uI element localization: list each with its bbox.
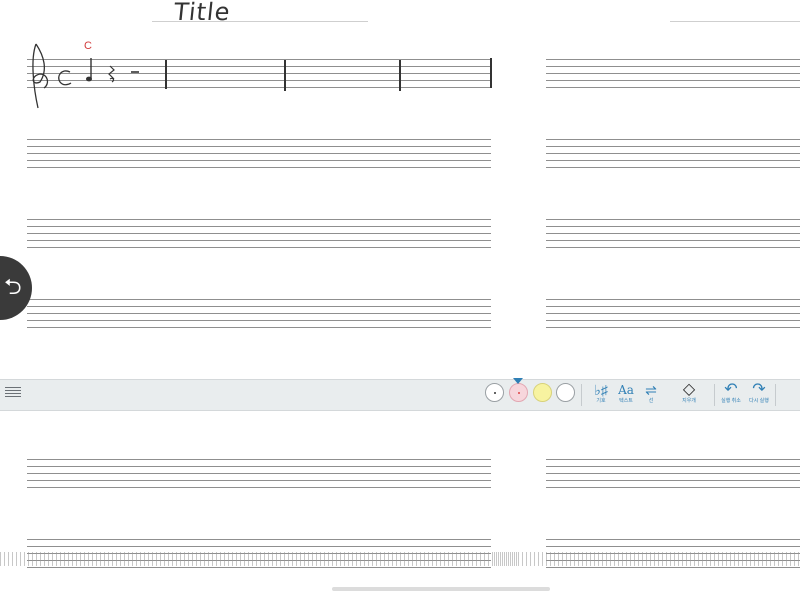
chord-symbol: C [84,40,92,52]
color-swatch-white[interactable] [556,383,575,402]
page-ruler [494,552,800,566]
return-arrow-icon: ⮌ [4,274,22,299]
text-tool-button[interactable]: Aa 텍스트 [612,382,640,408]
eraser-tool-button[interactable]: ◇ 지우개 [675,382,703,408]
staff-4[interactable] [546,299,800,329]
scroll-handle[interactable] [332,587,550,591]
selected-indicator-icon [513,378,523,384]
staff-3[interactable] [546,219,800,249]
staff-4[interactable] [27,299,491,329]
score-page-right [546,0,800,596]
divider [581,384,582,406]
undo-icon: ↶ [724,381,738,398]
staff-1-notation: C [32,40,139,109]
staff-1[interactable] [546,59,800,89]
staff-2[interactable] [546,139,800,169]
score-page-left: Title C [0,0,520,596]
staff-5[interactable] [27,459,491,489]
color-swatch-pink[interactable] [509,383,528,402]
barline [165,60,167,89]
title-underline [670,21,800,22]
menu-icon[interactable] [5,387,21,401]
toolbar: ♭♯ 기호 Aa 텍스트 ⇌ 선 ◇ 지우개 ↶ 실행 취소 ↷ 다시 실행 [0,378,800,411]
redo-icon: ↷ [752,381,766,398]
sharp-flat-icon: ♭♯ [594,382,608,398]
divider [775,384,776,406]
barline [284,60,286,91]
lines-icon: ⇌ [645,382,657,398]
lines-tool-button[interactable]: ⇌ 선 [637,382,665,408]
staff-3[interactable] [27,219,491,249]
undo-button[interactable]: ↶ 실행 취소 [717,382,745,408]
color-swatch-yellow[interactable] [533,383,552,402]
barline [399,60,401,91]
redo-button[interactable]: ↷ 다시 실행 [745,382,773,408]
accidentals-tool-button[interactable]: ♭♯ 기호 [587,382,615,408]
staff-2[interactable] [27,139,491,169]
barline [490,58,492,88]
color-swatch-black[interactable] [485,383,504,402]
page-ruler [0,552,520,566]
text-icon: Aa [618,383,634,397]
eraser-icon: ◇ [682,381,696,398]
staff-5[interactable] [546,459,800,489]
divider [714,384,715,406]
